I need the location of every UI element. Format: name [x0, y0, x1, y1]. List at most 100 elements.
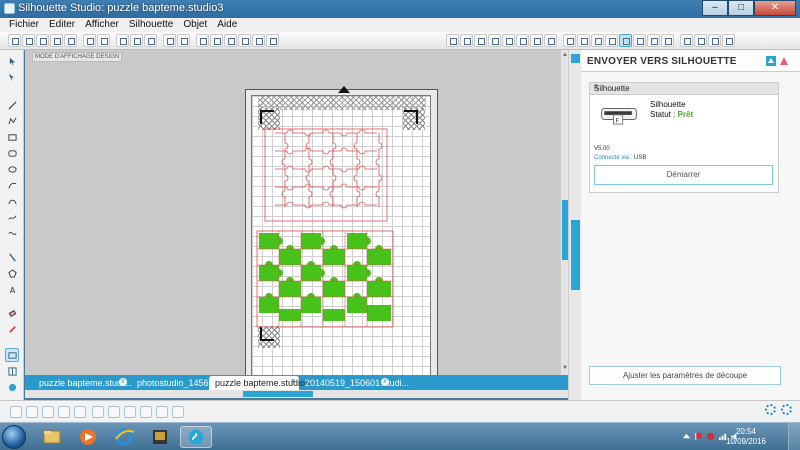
sketch-pen-icon[interactable] [5, 322, 19, 336]
offset-icon[interactable] [577, 34, 590, 47]
send-backward-icon[interactable] [140, 406, 152, 418]
open-folder-icon[interactable] [22, 34, 35, 47]
zoom-select-icon[interactable] [238, 34, 251, 47]
panel-scroll-thumb[interactable] [571, 220, 580, 290]
redo-icon[interactable] [177, 34, 190, 47]
library-view-icon[interactable] [5, 364, 19, 378]
text-style-icon[interactable] [605, 34, 618, 47]
menu-editer[interactable]: Editer [44, 18, 80, 32]
weld-icon[interactable] [694, 34, 707, 47]
drag-zoom-icon[interactable] [252, 34, 265, 47]
preferences-gear-icon[interactable] [781, 404, 792, 415]
pause-icon[interactable]: II [594, 84, 774, 91]
pentagon-tool-icon[interactable] [5, 266, 19, 280]
ellipse-tool-icon[interactable] [5, 162, 19, 176]
horizontal-scroll-thumb[interactable] [243, 391, 313, 397]
tray-app-icon[interactable] [706, 432, 715, 441]
align-icon[interactable] [516, 34, 529, 47]
library-icon[interactable] [36, 34, 49, 47]
registration-marks-icon[interactable] [647, 34, 660, 47]
fill-color-icon[interactable] [446, 34, 459, 47]
zoom-in-icon[interactable] [210, 34, 223, 47]
close-tab-icon[interactable]: x [381, 378, 389, 386]
menu-fichier[interactable]: Fichier [4, 18, 44, 32]
close-button[interactable]: ✕ [754, 0, 796, 16]
print-icon[interactable] [83, 34, 96, 47]
panel-collapse-icon[interactable] [571, 54, 580, 63]
maximize-button[interactable]: □ [728, 0, 754, 16]
adjust-cut-settings-button[interactable]: Ajuster les paramètres de découpe [589, 366, 781, 385]
arc-tool-icon[interactable] [5, 194, 19, 208]
page-setup-icon[interactable] [502, 34, 515, 47]
freehand-tool-icon[interactable] [5, 210, 19, 224]
line-tool-icon[interactable] [5, 98, 19, 112]
menu-afficher[interactable]: Afficher [80, 18, 124, 32]
pan-hand-icon[interactable] [196, 34, 209, 47]
deselect-icon[interactable] [26, 406, 38, 418]
close-tab-icon[interactable]: x [289, 378, 297, 386]
replicate-icon[interactable] [530, 34, 543, 47]
rounded-rectangle-tool-icon[interactable] [5, 146, 19, 160]
rectangle-tool-icon[interactable] [5, 130, 19, 144]
panel-close-icon[interactable] [779, 56, 789, 66]
store-view-icon[interactable] [5, 380, 19, 394]
taskbar-clock[interactable]: 20:54 10/09/2016 [726, 427, 766, 447]
tray-flag-icon[interactable] [694, 432, 703, 441]
zoom-out-icon[interactable] [224, 34, 237, 47]
design-view-icon[interactable] [5, 348, 19, 362]
save-as-icon[interactable] [64, 34, 77, 47]
trace-icon[interactable] [591, 34, 604, 47]
group-icon[interactable] [42, 406, 54, 418]
grid-settings-icon[interactable] [488, 34, 501, 47]
bring-forward-icon[interactable] [124, 406, 136, 418]
close-tab-icon[interactable]: x [119, 378, 127, 386]
knife-tool-icon[interactable] [5, 250, 19, 264]
transform-icon[interactable] [544, 34, 557, 47]
panel-dock-icon[interactable] [766, 56, 776, 66]
internet-explorer-icon[interactable] [108, 426, 140, 448]
scissors-icon[interactable] [144, 34, 157, 47]
eraser-icon[interactable] [708, 34, 721, 47]
undo-icon[interactable] [163, 34, 176, 47]
menu-aide[interactable]: Aide [212, 18, 242, 32]
line-color-icon[interactable] [460, 34, 473, 47]
document-tab[interactable]: puzzle bapteme.studi... x [33, 376, 132, 390]
canvas-horizontal-scrollbar[interactable] [25, 390, 568, 398]
send-to-silhouette-icon[interactable] [619, 34, 632, 47]
polygon-tool-icon[interactable] [5, 114, 19, 128]
document-tab-active[interactable]: puzzle bapteme.studio3 x [209, 376, 310, 390]
fit-page-icon[interactable] [266, 34, 279, 47]
layers-icon[interactable] [680, 34, 693, 47]
settings-gear-icon[interactable] [765, 404, 776, 415]
cut-settings-icon[interactable] [661, 34, 674, 47]
eraser-tool-icon[interactable] [5, 306, 19, 320]
text-tool-icon[interactable]: A [5, 282, 19, 296]
start-cut-button[interactable]: Démarrer [594, 165, 773, 185]
new-document-icon[interactable] [8, 34, 21, 47]
select-pointer-icon[interactable] [5, 54, 19, 68]
store-icon[interactable] [633, 34, 646, 47]
delete-icon[interactable] [108, 406, 120, 418]
modify-icon[interactable] [563, 34, 576, 47]
smooth-freehand-tool-icon[interactable] [5, 226, 19, 240]
select-all-icon[interactable] [10, 406, 22, 418]
paste-icon[interactable] [130, 34, 143, 47]
canvas-vertical-scrollbar[interactable]: ▲ ▼ [560, 50, 568, 375]
menu-silhouette[interactable]: Silhouette [124, 18, 178, 32]
save-icon[interactable] [50, 34, 63, 47]
minimize-button[interactable]: – [702, 0, 728, 16]
edit-points-icon[interactable] [5, 70, 19, 84]
puzzle-design-artwork[interactable] [255, 125, 405, 353]
rotate-icon[interactable] [172, 406, 184, 418]
show-desktop-button[interactable] [788, 423, 800, 450]
curve-tool-icon[interactable] [5, 178, 19, 192]
line-style-icon[interactable] [474, 34, 487, 47]
video-studio-icon[interactable] [144, 426, 176, 448]
print-cut-icon[interactable] [722, 34, 735, 47]
silhouette-studio-taskbar-icon[interactable] [180, 426, 212, 448]
tray-expand-icon[interactable] [682, 432, 691, 441]
file-explorer-icon[interactable] [36, 426, 68, 448]
ungroup-icon[interactable] [58, 406, 70, 418]
document-tab[interactable]: 20140519_150601.studi... x [299, 376, 409, 390]
mirror-icon[interactable] [156, 406, 168, 418]
